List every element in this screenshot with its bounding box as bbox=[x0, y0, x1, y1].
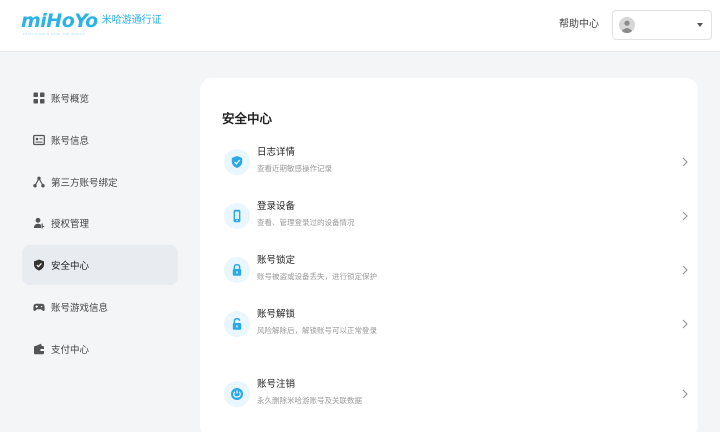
security-item-title: 登录设备 bbox=[257, 201, 296, 212]
logo-tagline: TECH OTAKUS SAVE THE WORLD bbox=[23, 32, 86, 36]
security-item-title: 账号解锁 bbox=[257, 309, 296, 320]
help-center-link[interactable]: 帮助中心 bbox=[559, 18, 599, 32]
shield-check-icon bbox=[224, 149, 250, 175]
security-item-desc: 账号被盗或设备丢失，进行锁定保护 bbox=[257, 272, 377, 281]
sidebar-item-authorization[interactable]: 授权管理 bbox=[22, 203, 178, 243]
gamepad-icon bbox=[33, 301, 45, 313]
lock-icon bbox=[224, 257, 250, 283]
security-item-title: 日志详情 bbox=[257, 147, 296, 158]
logo-subtitle: 米哈游通行证 bbox=[101, 15, 162, 26]
chevron-right-icon bbox=[680, 263, 690, 277]
security-item-desc: 永久删除米哈游账号及关联数据 bbox=[257, 396, 362, 405]
wallet-icon bbox=[33, 343, 45, 355]
sidebar-item-game-info[interactable]: 账号游戏信息 bbox=[22, 287, 178, 327]
sidebar-item-third-party-binding[interactable]: 第三方账号绑定 bbox=[22, 162, 178, 202]
security-item-login-devices[interactable]: 登录设备 查看、管理登录过的设备情况 bbox=[220, 195, 690, 239]
security-item-desc: 查看、管理登录过的设备情况 bbox=[257, 218, 355, 227]
phone-icon bbox=[224, 203, 250, 229]
security-item-account-lock[interactable]: 账号锁定 账号被盗或设备丢失，进行锁定保护 bbox=[220, 249, 690, 293]
sidebar-item-label: 账号概览 bbox=[51, 94, 90, 105]
sidebar-item-label: 账号游戏信息 bbox=[51, 302, 109, 314]
sidebar-item-payment-center[interactable]: 支付中心 bbox=[22, 329, 178, 369]
sidebar-nav: 账号概览 账号信息 第三方账号绑定 授权管理 安全中心 账号游戏信息 支付中心 bbox=[22, 78, 178, 371]
id-card-icon bbox=[33, 134, 45, 146]
chevron-down-icon bbox=[697, 23, 703, 27]
security-item-desc: 风险解除后，解锁账号可以正常登录 bbox=[257, 326, 377, 335]
mihoyo-logo[interactable]: miHoYo TECH OTAKUS SAVE THE WORLD 米哈游通行证 bbox=[21, 10, 162, 36]
top-header: miHoYo TECH OTAKUS SAVE THE WORLD 米哈游通行证… bbox=[0, 0, 720, 52]
user-avatar-icon bbox=[619, 17, 635, 33]
security-item-log-details[interactable]: 日志详情 查看近期敏感操作记录 bbox=[220, 141, 690, 185]
sidebar-item-account-info[interactable]: 账号信息 bbox=[22, 120, 178, 160]
sidebar-item-label: 第三方账号绑定 bbox=[51, 177, 118, 189]
security-center-panel: 安全中心 日志详情 查看近期敏感操作记录 登录设备 查看、管理登录过的设备情况 … bbox=[200, 78, 698, 432]
page-title: 安全中心 bbox=[222, 111, 273, 126]
security-item-account-deletion[interactable]: 账号注销 永久删除米哈游账号及关联数据 bbox=[220, 373, 690, 417]
sidebar-item-account-overview[interactable]: 账号概览 bbox=[22, 78, 178, 118]
grid-icon bbox=[33, 92, 45, 104]
logo-wordmark: miHoYo bbox=[21, 10, 98, 32]
chevron-right-icon bbox=[680, 155, 690, 169]
sidebar-item-label: 支付中心 bbox=[51, 344, 90, 356]
chevron-right-icon bbox=[680, 387, 690, 401]
security-item-title: 账号注销 bbox=[257, 379, 296, 390]
sidebar-item-label: 安全中心 bbox=[51, 261, 90, 273]
security-item-desc: 查看近期敏感操作记录 bbox=[257, 164, 332, 173]
power-icon bbox=[224, 381, 250, 407]
share-icon bbox=[33, 176, 45, 188]
chevron-right-icon bbox=[680, 209, 690, 223]
user-account-dropdown[interactable] bbox=[612, 10, 712, 40]
user-key-icon bbox=[33, 217, 45, 229]
chevron-right-icon bbox=[680, 317, 690, 331]
sidebar-item-label: 授权管理 bbox=[51, 219, 90, 231]
unlock-icon bbox=[224, 311, 250, 337]
sidebar-item-security-center[interactable]: 安全中心 bbox=[22, 245, 178, 286]
security-item-title: 账号锁定 bbox=[257, 255, 296, 266]
sidebar-item-label: 账号信息 bbox=[51, 135, 90, 147]
shield-icon bbox=[33, 259, 45, 271]
security-item-account-unlock[interactable]: 账号解锁 风险解除后，解锁账号可以正常登录 bbox=[220, 303, 690, 347]
